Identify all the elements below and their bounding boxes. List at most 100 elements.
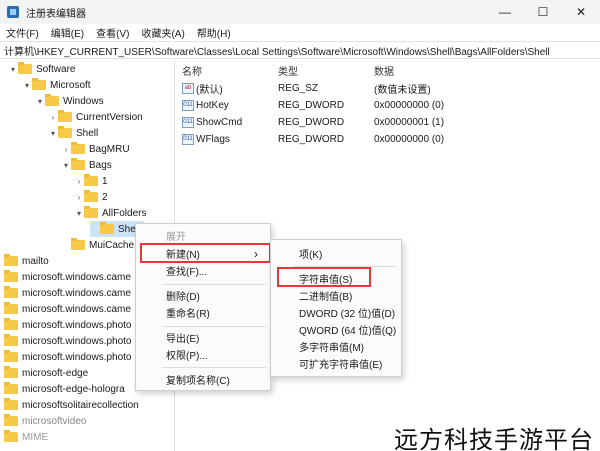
tree-label: MuiCache <box>89 239 135 251</box>
tree-label: CurrentVersion <box>76 111 143 123</box>
tree-label: microsoft-edge-hologra <box>22 383 125 395</box>
tree-item-software[interactable]: ▾ Software <box>8 61 75 77</box>
tree-item[interactable]: microsoft.windows.came <box>4 269 131 285</box>
tree-item[interactable]: microsoft.windows.photo <box>4 333 132 349</box>
tree-item[interactable]: microsoftvideo <box>4 413 86 429</box>
submenu-expandable-string-value[interactable]: 可扩充字符串值(E) <box>299 355 382 372</box>
folder-icon <box>45 94 59 106</box>
value-data: 0x00000000 (0) <box>374 100 445 111</box>
tree-item-microsoft[interactable]: ▾ Microsoft <box>22 77 91 93</box>
chevron-right-icon[interactable]: › <box>48 113 58 122</box>
menu-favorites[interactable]: 收藏夹(A) <box>135 25 190 40</box>
value-name: (默认) <box>196 85 223 96</box>
tree-item-1[interactable]: › 1 <box>74 173 108 189</box>
folder-icon <box>4 334 18 346</box>
menu-separator <box>162 367 266 368</box>
submenu-qword-value[interactable]: QWORD (64 位)值(Q) <box>299 321 396 338</box>
tree-item[interactable]: microsoft-edge <box>4 365 88 381</box>
folder-icon <box>32 78 46 90</box>
address-bar[interactable]: 计算机\HKEY_CURRENT_USER\Software\Classes\L… <box>0 41 600 59</box>
folder-icon <box>100 222 114 234</box>
tree-label: microsoft.windows.came <box>22 287 131 299</box>
tree-item-allfolders[interactable]: ▾ AllFolders <box>74 205 146 221</box>
value-row[interactable]: 011 HotKey REG_DWORD 0x00000000 (0) <box>176 97 600 114</box>
highlight-new-box <box>140 243 271 263</box>
chevron-down-icon[interactable]: ▾ <box>74 209 84 218</box>
folder-icon <box>4 366 18 378</box>
submenu-multi-string-value[interactable]: 多字符串值(M) <box>299 338 364 355</box>
values-header: 名称 类型 数据 <box>176 62 600 78</box>
tree-item-mailto[interactable]: mailto <box>4 253 49 269</box>
tree-item[interactable]: microsoftsolitairecollection <box>4 397 139 413</box>
window-title: 注册表编辑器 <box>26 8 86 20</box>
menu-view[interactable]: 查看(V) <box>90 25 135 40</box>
chevron-right-icon[interactable]: › <box>74 193 84 202</box>
folder-icon <box>4 318 18 330</box>
tree-label: Shell <box>76 127 99 139</box>
menu-edit[interactable]: 编辑(E) <box>45 25 90 40</box>
folder-icon <box>58 110 72 122</box>
folder-icon <box>4 382 18 394</box>
chevron-down-icon[interactable]: ▾ <box>8 65 18 74</box>
value-row[interactable]: 011 WFlags REG_DWORD 0x00000000 (0) <box>176 131 600 148</box>
tree-item[interactable]: microsoft.windows.came <box>4 301 131 317</box>
menu-expand[interactable]: 展开 <box>166 227 186 244</box>
submenu-dword-value[interactable]: DWORD (32 位)值(D) <box>299 304 395 321</box>
tree-item-windows[interactable]: ▾ Windows <box>35 93 104 109</box>
column-data-header[interactable]: 数据 <box>374 63 394 78</box>
value-type: REG_DWORD <box>278 100 345 111</box>
value-row[interactable]: ab (默认) REG_SZ (数值未设置) <box>176 80 600 97</box>
regedit-app-icon <box>7 6 19 18</box>
tree-label: Windows <box>63 95 104 107</box>
tree-item[interactable]: microsoft.windows.photo <box>4 317 132 333</box>
chevron-down-icon[interactable]: ▾ <box>22 81 32 90</box>
menu-help[interactable]: 帮助(H) <box>191 25 237 40</box>
column-type-header[interactable]: 类型 <box>278 63 298 78</box>
tree-item-shell[interactable]: ▾ Shell <box>48 125 98 141</box>
menu-find[interactable]: 查找(F)... <box>166 262 207 279</box>
tree-item[interactable]: microsoft.windows.photo <box>4 349 132 365</box>
maximize-button[interactable]: ☐ <box>524 0 562 24</box>
chevron-down-icon[interactable]: ▾ <box>48 129 58 138</box>
chevron-down-icon[interactable]: ▾ <box>35 97 45 106</box>
tree-item-bags[interactable]: ▾ Bags <box>61 157 112 173</box>
menu-file[interactable]: 文件(F) <box>0 25 45 40</box>
menu-rename[interactable]: 重命名(R) <box>166 304 210 321</box>
folder-icon <box>4 302 18 314</box>
tree-item-bagmru[interactable]: › BagMRU <box>61 141 130 157</box>
value-row[interactable]: 011 ShowCmd REG_DWORD 0x00000001 (1) <box>176 114 600 131</box>
minimize-button[interactable]: — <box>486 0 524 24</box>
menu-copy-key-name[interactable]: 复制项名称(C) <box>166 371 230 388</box>
tree-label: Software <box>36 63 76 75</box>
tree-item-currentversion[interactable]: › CurrentVersion <box>48 109 143 125</box>
menu-permissions[interactable]: 权限(P)... <box>166 346 208 363</box>
tree-label: microsoft.windows.photo <box>22 351 132 363</box>
tree-item[interactable]: microsoft-edge-hologra <box>4 381 125 397</box>
tree-item[interactable]: MIME <box>4 429 48 445</box>
folder-icon <box>71 238 85 250</box>
tree-item-2[interactable]: › 2 <box>74 189 108 205</box>
submenu-key[interactable]: 项(K) <box>299 245 322 262</box>
highlight-string-value-box <box>277 267 371 287</box>
submenu-binary-value[interactable]: 二进制值(B) <box>299 287 352 304</box>
chevron-down-icon[interactable]: ▾ <box>61 161 71 170</box>
binary-value-icon: 011 <box>182 100 194 111</box>
folder-icon <box>71 142 85 154</box>
binary-value-icon: 011 <box>182 117 194 128</box>
menu-export[interactable]: 导出(E) <box>166 329 199 346</box>
title-bar: 注册表编辑器 — ☐ ✕ <box>0 0 600 24</box>
tree-label: microsoft.windows.photo <box>22 319 132 331</box>
chevron-right-icon[interactable]: › <box>74 177 84 186</box>
tree-label: Bags <box>89 159 112 171</box>
menu-delete[interactable]: 删除(D) <box>166 287 200 304</box>
value-type: REG_DWORD <box>278 117 345 128</box>
folder-icon <box>4 350 18 362</box>
close-button[interactable]: ✕ <box>562 0 600 24</box>
folder-icon <box>71 158 85 170</box>
column-name-header[interactable]: 名称 <box>182 63 202 78</box>
tree-item-muicache[interactable]: MuiCache <box>61 237 134 253</box>
chevron-right-icon[interactable]: › <box>61 145 71 154</box>
menu-bar: 文件(F) 编辑(E) 查看(V) 收藏夹(A) 帮助(H) <box>0 24 600 41</box>
value-name: HotKey <box>196 100 229 111</box>
tree-item[interactable]: microsoft.windows.came <box>4 285 131 301</box>
